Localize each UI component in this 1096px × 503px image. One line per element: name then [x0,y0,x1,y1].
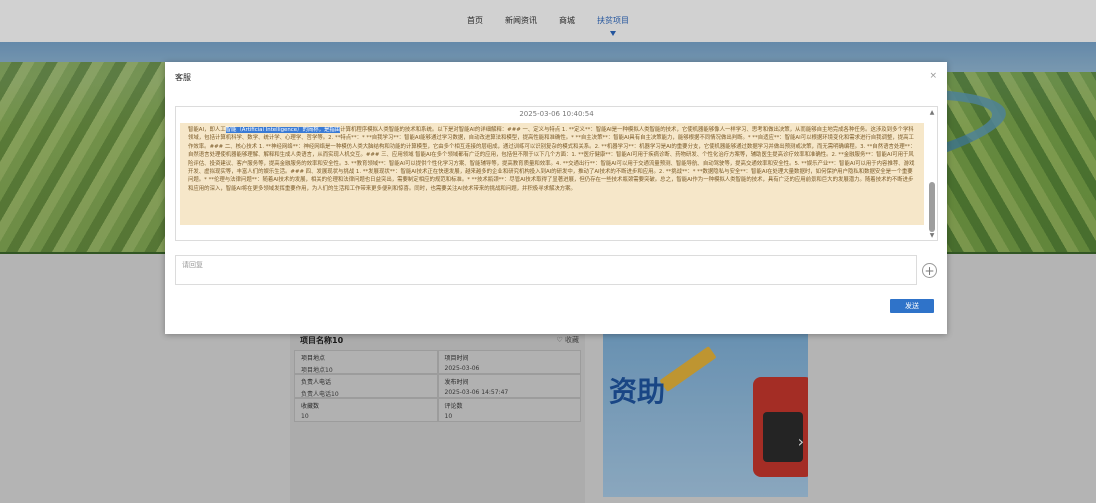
customer-service-dialog: 客服 × 2025-03-06 10:40:54 智能AI，即人工智能（Arti… [165,62,947,334]
dialog-title: 客服 [175,73,191,82]
message-prefix: 智能AI，即人工 [188,127,226,133]
message-body: 计算机程序模拟人类智能的技术和系统。以下是对智能AI的详细解释：### 一、定义… [188,127,916,192]
chat-message: 智能AI，即人工智能（Artificial Intelligence）的简称，是… [180,123,924,225]
chat-scrollbar[interactable]: ▲ ▼ [928,109,936,239]
scroll-down-icon[interactable]: ▼ [928,232,936,239]
message-selected-text: 智能（Artificial Intelligence）的简称，是指由 [225,127,341,133]
scrollbar-thumb[interactable] [929,182,935,232]
send-button[interactable]: 发送 [890,299,934,313]
message-timestamp: 2025-03-06 10:40:54 [519,110,594,118]
reply-input[interactable] [175,255,917,285]
scroll-up-icon[interactable]: ▲ [928,109,936,116]
close-icon[interactable]: × [929,71,937,81]
add-attachment-icon[interactable]: + [922,263,937,278]
chat-history[interactable]: 2025-03-06 10:40:54 智能AI，即人工智能（Artificia… [175,106,938,241]
